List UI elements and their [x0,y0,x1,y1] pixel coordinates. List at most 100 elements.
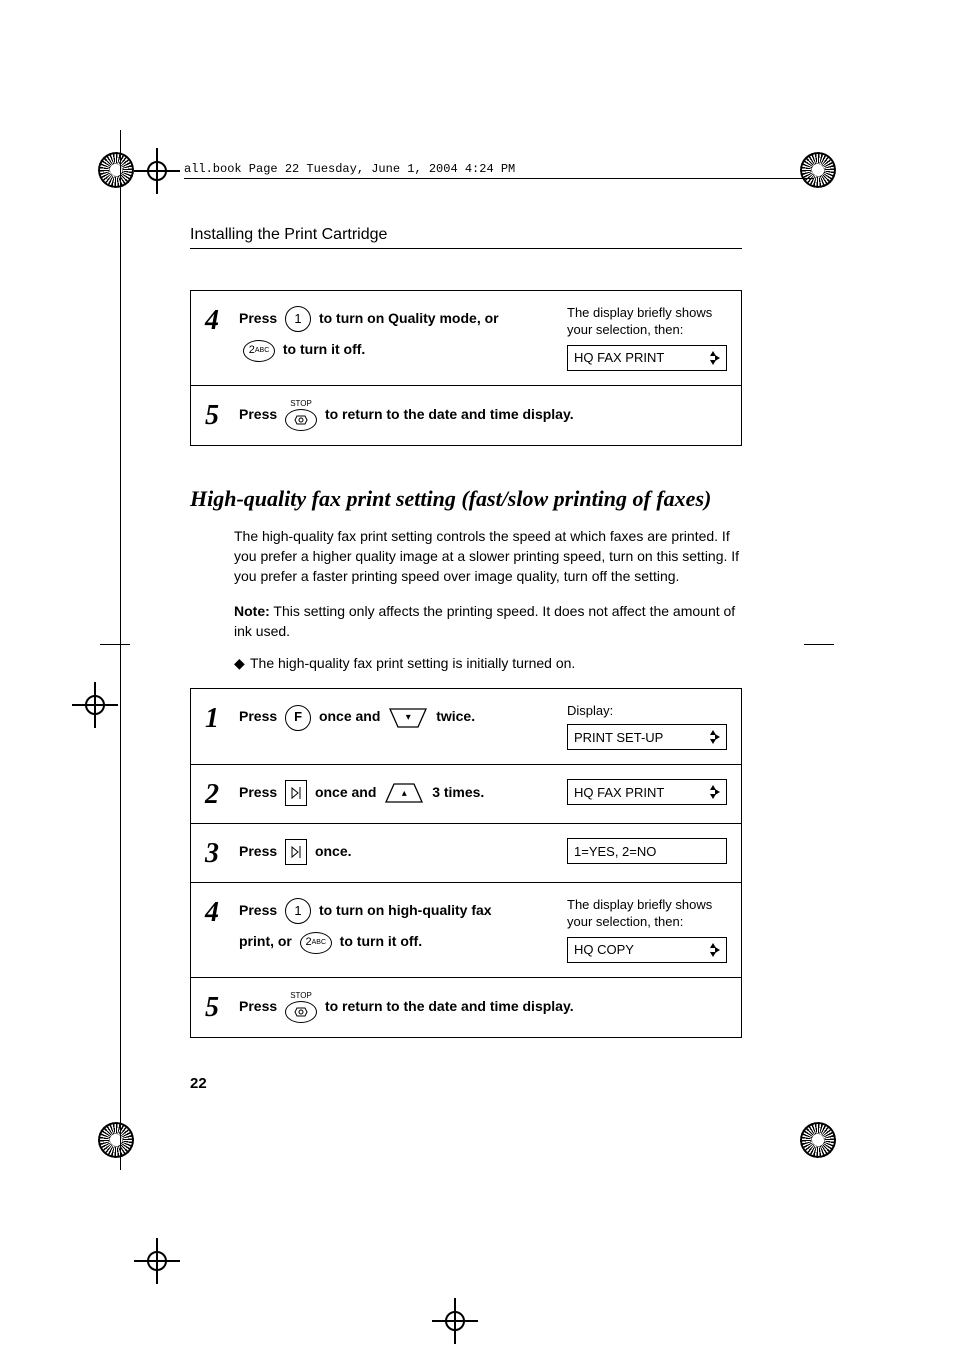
diamond-bullet-icon: ◆ [234,655,244,672]
page-meta: all.book Page 22 Tuesday, June 1, 2004 4… [184,162,515,176]
step-text: once and [319,708,384,724]
step-text: Press [239,902,281,918]
display-hint: The display briefly shows your selection… [567,897,727,931]
bullet-item: ◆ The high-quality fax print setting is i… [234,655,742,672]
step-number: 3 [205,838,239,868]
step-display: The display briefly shows your selection… [567,897,727,963]
lcd-readout: 1=YES, 2=NO [567,838,727,864]
lcd-text: PRINT SET-UP [574,730,663,745]
header-rule [190,248,742,249]
key-1-icon: 1 [285,898,311,924]
step-text: Press [239,708,281,724]
step-row: 1 Press F once and ▾ twice. Display: PRI… [191,689,741,764]
step-text: to return to the date and time display. [325,998,574,1014]
updown-arrow-icon [706,784,720,800]
lcd-text: HQ FAX PRINT [574,350,664,365]
step-text: once. [315,843,352,859]
updown-arrow-icon [706,729,720,745]
step-display: The display briefly shows your selection… [567,305,727,371]
steps-block-top: 4 Press 1 to turn on Quality mode, or 2A… [190,290,742,446]
display-label: Display: [567,703,727,720]
lcd-readout: HQ COPY [567,937,727,963]
note-body: This setting only affects the printing s… [234,603,735,639]
paragraph-note: Note: This setting only affects the prin… [234,601,742,642]
lcd-text: HQ FAX PRINT [574,785,664,800]
meta-rule [184,178,814,179]
step-text: to return to the date and time display. [325,406,574,422]
step-body: Press once. [239,838,555,865]
crop-line [804,644,834,645]
printer-mark-icon [98,1122,134,1158]
step-text: print, or [239,933,296,949]
steps-block-bottom: 1 Press F once and ▾ twice. Display: PRI… [190,688,742,1038]
step-number: 5 [205,400,239,430]
printer-mark-icon [800,1122,836,1158]
key-2abc-icon: 2ABC [300,932,332,954]
key-2abc-icon: 2ABC [243,340,275,362]
step-text: to turn on high-quality fax [319,902,492,918]
bullet-text: The high-quality fax print setting is in… [250,655,575,671]
key-up-arrow-icon: ▴ [384,782,424,804]
step-row: 2 Press once and ▴ 3 times. HQ FAX PRINT [191,764,741,823]
crop-line [120,130,121,1170]
paragraph: The high-quality fax print setting contr… [234,526,742,587]
display-hint: The display briefly shows your selection… [567,305,727,339]
step-number: 4 [205,305,239,335]
step-body: Press STOP to return to the date and tim… [239,992,727,1023]
lcd-readout: HQ FAX PRINT [567,779,727,805]
step-number: 5 [205,992,239,1022]
step-text: to turn it off. [340,933,422,949]
step-row: 5 Press STOP to return to the date and t… [191,977,741,1037]
step-text: Press [239,784,281,800]
key-right-arrow-icon [285,780,307,806]
step-number: 1 [205,703,239,733]
updown-arrow-icon [706,942,720,958]
section-heading: High-quality fax print setting (fast/slo… [190,486,742,512]
lcd-text: 1=YES, 2=NO [574,844,656,859]
step-row: 4 Press 1 to turn on high-quality fax pr… [191,882,741,977]
step-display: Display: PRINT SET-UP [567,703,727,750]
step-row: 4 Press 1 to turn on Quality mode, or 2A… [191,291,741,385]
updown-arrow-icon [706,350,720,366]
register-mark-icon [440,1306,470,1336]
printer-mark-icon [98,152,134,188]
step-row: 5 Press STOP to return to the date and t… [191,385,741,445]
register-mark-icon [142,1246,172,1276]
step-display: 1=YES, 2=NO [567,838,727,864]
step-number: 2 [205,779,239,809]
key-down-arrow-icon: ▾ [388,707,428,729]
section-header: Installing the Print Cartridge [190,226,387,244]
page-number: 22 [190,1075,207,1092]
step-text: Press [239,406,281,422]
register-mark-icon [142,156,172,186]
step-row: 3 Press once. 1=YES, 2=NO [191,823,741,882]
step-number: 4 [205,897,239,927]
step-text: Press [239,998,281,1014]
printer-mark-icon [800,152,836,188]
step-text: to turn on Quality mode, or [319,310,499,326]
lcd-readout: PRINT SET-UP [567,724,727,750]
key-stop-icon: STOP [285,992,317,1023]
note-label: Note: [234,603,270,619]
step-text: 3 times. [432,784,484,800]
register-mark-icon [80,690,110,720]
step-text: Press [239,843,281,859]
step-body: Press once and ▴ 3 times. [239,779,555,806]
step-body: Press 1 to turn on Quality mode, or 2ABC… [239,305,555,363]
step-body: Press STOP to return to the date and tim… [239,400,727,431]
page-content: 4 Press 1 to turn on Quality mode, or 2A… [190,290,742,1078]
key-f-icon: F [285,705,311,731]
key-stop-icon: STOP [285,400,317,431]
step-text: Press [239,310,281,326]
step-display: HQ FAX PRINT [567,779,727,805]
step-text: twice. [436,708,475,724]
lcd-text: HQ COPY [574,942,634,957]
key-1-icon: 1 [285,306,311,332]
step-body: Press 1 to turn on high-quality fax prin… [239,897,555,955]
lcd-readout: HQ FAX PRINT [567,345,727,371]
crop-line [100,644,130,645]
step-text: to turn it off. [283,341,365,357]
step-text: once and [315,784,380,800]
key-right-arrow-icon [285,839,307,865]
step-body: Press F once and ▾ twice. [239,703,555,730]
